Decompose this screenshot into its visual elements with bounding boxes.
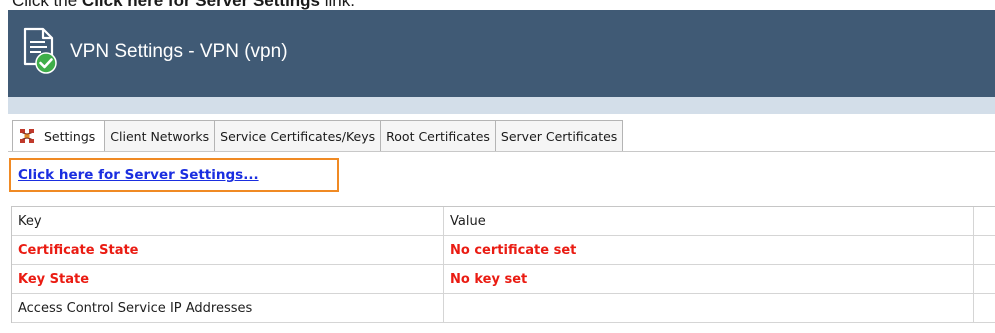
network-settings-icon	[20, 129, 34, 143]
tab-server-certificates[interactable]: Server Certificates	[495, 120, 624, 151]
row-spare	[974, 265, 995, 293]
subheader-strip	[8, 97, 995, 114]
tab-root-certificates-label: Root Certificates	[386, 128, 490, 144]
column-header-spare	[974, 207, 995, 235]
tab-client-networks[interactable]: Client Networks	[105, 120, 216, 151]
settings-table: Key Value Certificate State No certifica…	[11, 206, 995, 323]
row-value: No key set	[444, 265, 974, 293]
document-checkmark-icon	[23, 27, 57, 74]
table-row[interactable]: Key State No key set	[12, 265, 995, 294]
instruction-emphasis: Click here for Server Settings	[81, 0, 321, 10]
instruction-prefix: Click the	[12, 0, 82, 10]
tab-server-certificates-label: Server Certificates	[500, 128, 618, 144]
row-spare	[974, 294, 995, 322]
tab-settings[interactable]: Settings	[12, 120, 106, 151]
row-key: Key State	[12, 265, 444, 293]
tab-service-certificates-keys-label: Service Certificates/Keys	[220, 128, 376, 144]
tab-settings-label: Settings	[44, 128, 96, 144]
row-value	[444, 294, 974, 322]
tab-client-networks-label: Client Networks	[110, 128, 210, 144]
row-value: No certificate set	[444, 236, 974, 264]
tab-root-certificates[interactable]: Root Certificates	[381, 120, 496, 151]
server-settings-link[interactable]: Click here for Server Settings...	[18, 167, 259, 183]
row-spare	[974, 236, 995, 264]
table-header-row: Key Value	[12, 207, 995, 236]
table-row[interactable]: Access Control Service IP Addresses	[12, 294, 995, 323]
column-header-value[interactable]: Value	[444, 207, 974, 235]
instruction-suffix: link.	[320, 0, 355, 10]
row-key: Access Control Service IP Addresses	[12, 294, 444, 322]
tab-bar: Settings Client Networks Service Certifi…	[12, 120, 624, 151]
tab-service-certificates-keys[interactable]: Service Certificates/Keys	[215, 120, 382, 151]
window-title: VPN Settings - VPN (vpn)	[70, 41, 288, 62]
table-row[interactable]: Certificate State No certificate set	[12, 236, 995, 265]
column-header-key[interactable]: Key	[12, 207, 444, 235]
tab-bar-divider	[8, 151, 995, 152]
window-titlebar: VPN Settings - VPN (vpn)	[8, 10, 995, 97]
row-key: Certificate State	[12, 236, 444, 264]
